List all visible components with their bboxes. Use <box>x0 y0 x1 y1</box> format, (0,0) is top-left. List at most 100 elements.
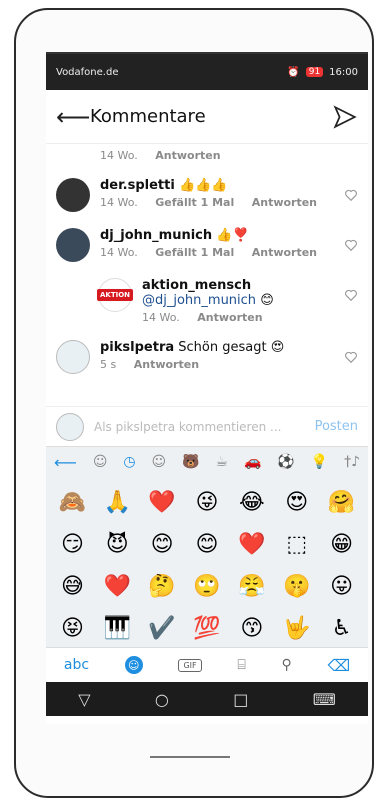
keyboard-icon[interactable]: ⌨ <box>313 690 336 709</box>
emoji-tab-symbols-icon[interactable]: †♪ <box>344 454 360 470</box>
comment-row: dj_john_munich 👍❣️ 14 Wo. Gefällt 1 Mal … <box>46 220 368 270</box>
heart-icon[interactable] <box>344 350 358 364</box>
emoji-key[interactable]: 😁 <box>319 523 364 565</box>
emoji-key[interactable]: 🤗 <box>319 481 364 523</box>
time-label: 16:00 <box>329 66 358 78</box>
emoji-key[interactable]: 😛 <box>319 565 364 607</box>
back-arrow-icon[interactable]: ⟵ <box>56 103 90 131</box>
comment-text: 👍👍👍 <box>178 178 228 193</box>
comment-time: 14 Wo. <box>100 246 138 259</box>
comment-username[interactable]: dj_john_munich <box>100 228 212 243</box>
comment-text: Schön gesagt 😍 <box>178 340 285 355</box>
heart-icon[interactable] <box>344 288 358 302</box>
emoji-tab-faces-icon[interactable]: ☺ <box>152 454 167 470</box>
emoji-key[interactable]: ✔️ <box>140 607 185 649</box>
emoji-key[interactable]: 🎹 <box>95 607 140 649</box>
heart-icon[interactable] <box>344 188 358 202</box>
comment-row: der.spletti 👍👍👍 14 Wo. Gefällt 1 Mal Ant… <box>46 170 368 220</box>
send-icon[interactable] <box>332 104 358 130</box>
emoji-key[interactable]: 💯 <box>185 607 230 649</box>
likes-count[interactable]: Gefällt 1 Mal <box>155 196 234 209</box>
emoji-key[interactable]: 😏 <box>50 523 95 565</box>
emoji-category-tabs: ⟵ ☺ ◷ ☺ 🐻 ☕ 🚗 ⚽ 💡 †♪ <box>46 446 368 477</box>
emoji-key[interactable]: 🤔 <box>140 565 185 607</box>
gif-button[interactable]: GIF <box>178 658 202 672</box>
emoji-tab-smileys-icon[interactable]: ☺ <box>93 454 108 470</box>
post-button[interactable]: Posten <box>315 419 358 434</box>
comment-input-bar: Als pikslpetra kommentieren ... Posten <box>46 406 368 446</box>
emoji-key[interactable]: 🤫 <box>274 565 319 607</box>
likes-count[interactable]: Gefällt 1 Mal <box>155 246 234 259</box>
emoji-tab-sports-icon[interactable]: ⚽ <box>277 454 294 470</box>
comment-text: 👍❣️ <box>216 228 249 243</box>
emoji-key[interactable]: 😊 <box>140 523 185 565</box>
emoji-key[interactable]: 😂 <box>229 481 274 523</box>
pin-icon[interactable]: ⚲ <box>281 657 291 673</box>
keyboard-bar: abc ☺ GIF ⌸ ⚲ ⌫ <box>46 647 368 682</box>
header-bar: ⟵ Kommentare <box>46 90 368 144</box>
emoji-tab-animals-icon[interactable]: 🐻 <box>182 454 199 470</box>
comment-row: pikslpetra Schön gesagt 😍 5 s Antworten <box>46 332 368 382</box>
emoji-key[interactable]: 🤟 <box>274 607 319 649</box>
emoji-key[interactable]: 😅 <box>50 565 95 607</box>
emoji-key[interactable]: ❤️ <box>95 565 140 607</box>
battery-badge: 91 <box>305 67 324 77</box>
comment-input[interactable]: Als pikslpetra kommentieren ... <box>94 420 315 434</box>
emoji-key[interactable]: 😜 <box>185 481 230 523</box>
backspace-icon[interactable]: ⌫ <box>327 656 350 675</box>
emoji-key[interactable]: 😝 <box>50 607 95 649</box>
emoji-key[interactable]: 😙 <box>229 607 274 649</box>
emoji-key[interactable]: ❤️ <box>229 523 274 565</box>
nav-home-icon[interactable]: ○ <box>155 690 169 709</box>
comment-time: 5 s <box>100 358 117 371</box>
emoji-key[interactable]: 🙄 <box>185 565 230 607</box>
heart-icon[interactable] <box>344 238 358 252</box>
android-nav-bar: ▽ ○ □ ⌨ <box>46 682 368 716</box>
avatar[interactable] <box>56 228 90 262</box>
nav-back-icon[interactable]: ▽ <box>78 690 90 709</box>
avatar[interactable]: AKTION <box>96 278 134 312</box>
avatar[interactable] <box>56 178 90 212</box>
nav-recents-icon[interactable]: □ <box>233 690 248 709</box>
emoji-tab-recent-icon[interactable]: ◷ <box>123 454 135 470</box>
emoji-key[interactable]: 😊 <box>185 523 230 565</box>
emoji-key[interactable]: ♿ <box>319 607 364 649</box>
emoji-toggle-icon[interactable]: ☺ <box>124 656 143 674</box>
app-screen: Vodafone.de ⏰ 91 16:00 ⟵ Kommentare 14 W… <box>46 52 368 724</box>
emoji-tab-food-icon[interactable]: ☕ <box>215 454 228 470</box>
emoji-key[interactable]: 🙏 <box>95 481 140 523</box>
comment-text: 😊 <box>260 293 274 308</box>
reply-link[interactable]: Antworten <box>134 358 199 371</box>
mention-link[interactable]: @dj_john_munich <box>142 293 256 308</box>
page-title: Kommentare <box>90 106 206 127</box>
emoji-key[interactable]: 🙈 <box>50 481 95 523</box>
avatar[interactable] <box>56 340 90 374</box>
reply-link[interactable]: Antworten <box>252 196 317 209</box>
emoji-key[interactable]: ❤️ <box>140 481 185 523</box>
comments-list: 14 Wo. Antworten der.spletti 👍👍👍 14 Wo. … <box>46 144 368 406</box>
comment-time: 14 Wo. <box>100 149 138 162</box>
reply-link[interactable]: Antworten <box>155 149 220 162</box>
emoji-key[interactable]: 😈 <box>95 523 140 565</box>
emoji-back-arrow-icon[interactable]: ⟵ <box>54 453 77 472</box>
comment-username[interactable]: der.spletti <box>100 178 175 193</box>
comment-username[interactable]: pikslpetra <box>100 340 174 355</box>
avatar <box>56 412 84 441</box>
emoji-key[interactable]: 😍 <box>274 481 319 523</box>
comment-row: 14 Wo. Antworten <box>46 144 368 170</box>
reply-link[interactable]: Antworten <box>252 246 317 259</box>
comment-username[interactable]: aktion_mensch <box>142 278 251 293</box>
alarm-icon: ⏰ <box>287 66 300 78</box>
status-bar: Vodafone.de ⏰ 91 16:00 <box>46 54 368 90</box>
sticker-icon[interactable]: ⌸ <box>237 657 245 673</box>
comment-time: 14 Wo. <box>100 196 138 209</box>
emoji-key[interactable]: 😤 <box>229 565 274 607</box>
emoji-tab-travel-icon[interactable]: 🚗 <box>244 454 261 470</box>
emoji-grid: 🙈 🙏 ❤️ 😜 😂 😍 🤗 😏 😈 😊 😊 ❤️ ⬚ 😁 😅 ❤️ 🤔 🙄 😤… <box>46 477 368 647</box>
emoji-key[interactable]: ⬚ <box>274 523 319 565</box>
emoji-tab-objects-icon[interactable]: 💡 <box>311 454 328 470</box>
reply-link[interactable]: Antworten <box>197 311 262 324</box>
comment-time: 14 Wo. <box>142 311 180 324</box>
aktion-logo-icon: AKTION <box>96 289 134 301</box>
abc-button[interactable]: abc <box>64 657 89 673</box>
